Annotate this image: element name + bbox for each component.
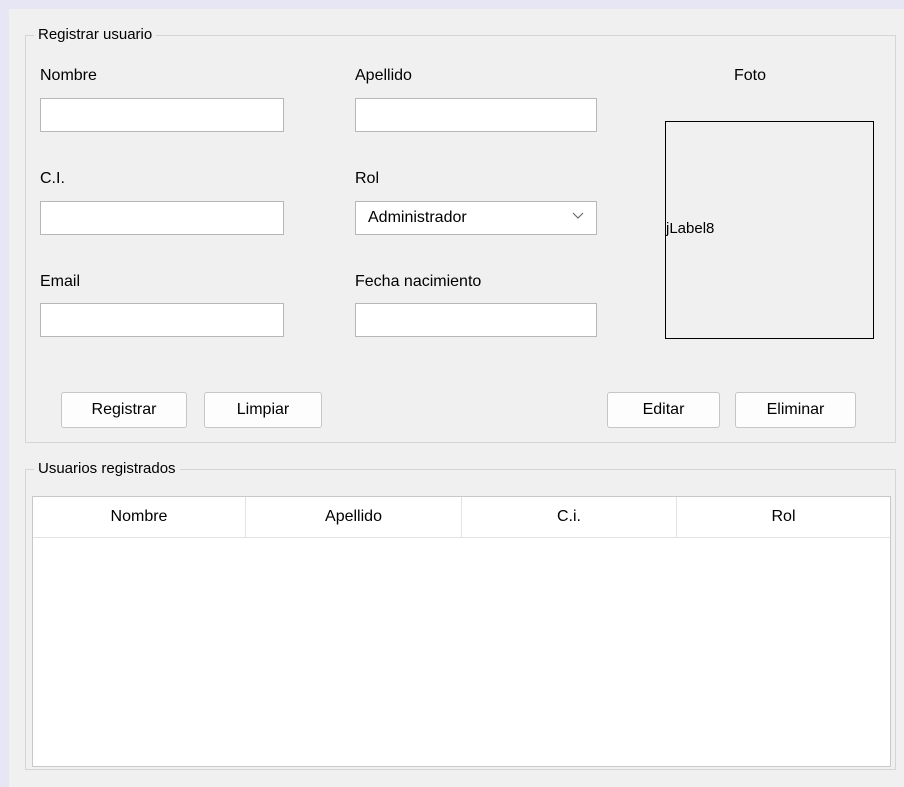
column-header-apellido[interactable]: Apellido [246, 497, 462, 537]
email-input[interactable] [40, 303, 284, 337]
rol-select[interactable]: Administrador [355, 201, 597, 235]
email-label: Email [40, 273, 81, 290]
photo-placeholder-label: jLabel8 [666, 220, 715, 237]
column-header-nombre[interactable]: Nombre [33, 497, 246, 537]
app-window: Registrar usuario Nombre Apellido Foto C… [9, 9, 904, 787]
users-table-header: Nombre Apellido C.i. Rol [33, 497, 890, 538]
users-table[interactable]: Nombre Apellido C.i. Rol [32, 496, 891, 767]
ci-input[interactable] [40, 201, 284, 235]
ci-label: C.I. [40, 170, 65, 187]
apellido-label: Apellido [355, 67, 412, 84]
limpiar-button[interactable]: Limpiar [204, 392, 322, 428]
rol-selected-value: Administrador [368, 209, 467, 226]
nombre-input[interactable] [40, 98, 284, 132]
chevron-down-icon [572, 212, 584, 219]
rol-label: Rol [355, 170, 380, 187]
editar-button[interactable]: Editar [607, 392, 720, 428]
registrar-button[interactable]: Registrar [61, 392, 187, 428]
register-user-title: Registrar usuario [34, 24, 157, 46]
fecha-label: Fecha nacimiento [355, 273, 482, 290]
registered-users-title: Usuarios registrados [34, 458, 180, 480]
foto-label: Foto [734, 67, 767, 84]
apellido-input[interactable] [355, 98, 597, 132]
eliminar-button[interactable]: Eliminar [735, 392, 856, 428]
column-header-ci[interactable]: C.i. [462, 497, 677, 537]
nombre-label: Nombre [40, 67, 97, 84]
photo-frame: jLabel8 [665, 121, 874, 339]
fecha-nacimiento-input[interactable] [355, 303, 597, 337]
column-header-rol[interactable]: Rol [677, 497, 890, 537]
